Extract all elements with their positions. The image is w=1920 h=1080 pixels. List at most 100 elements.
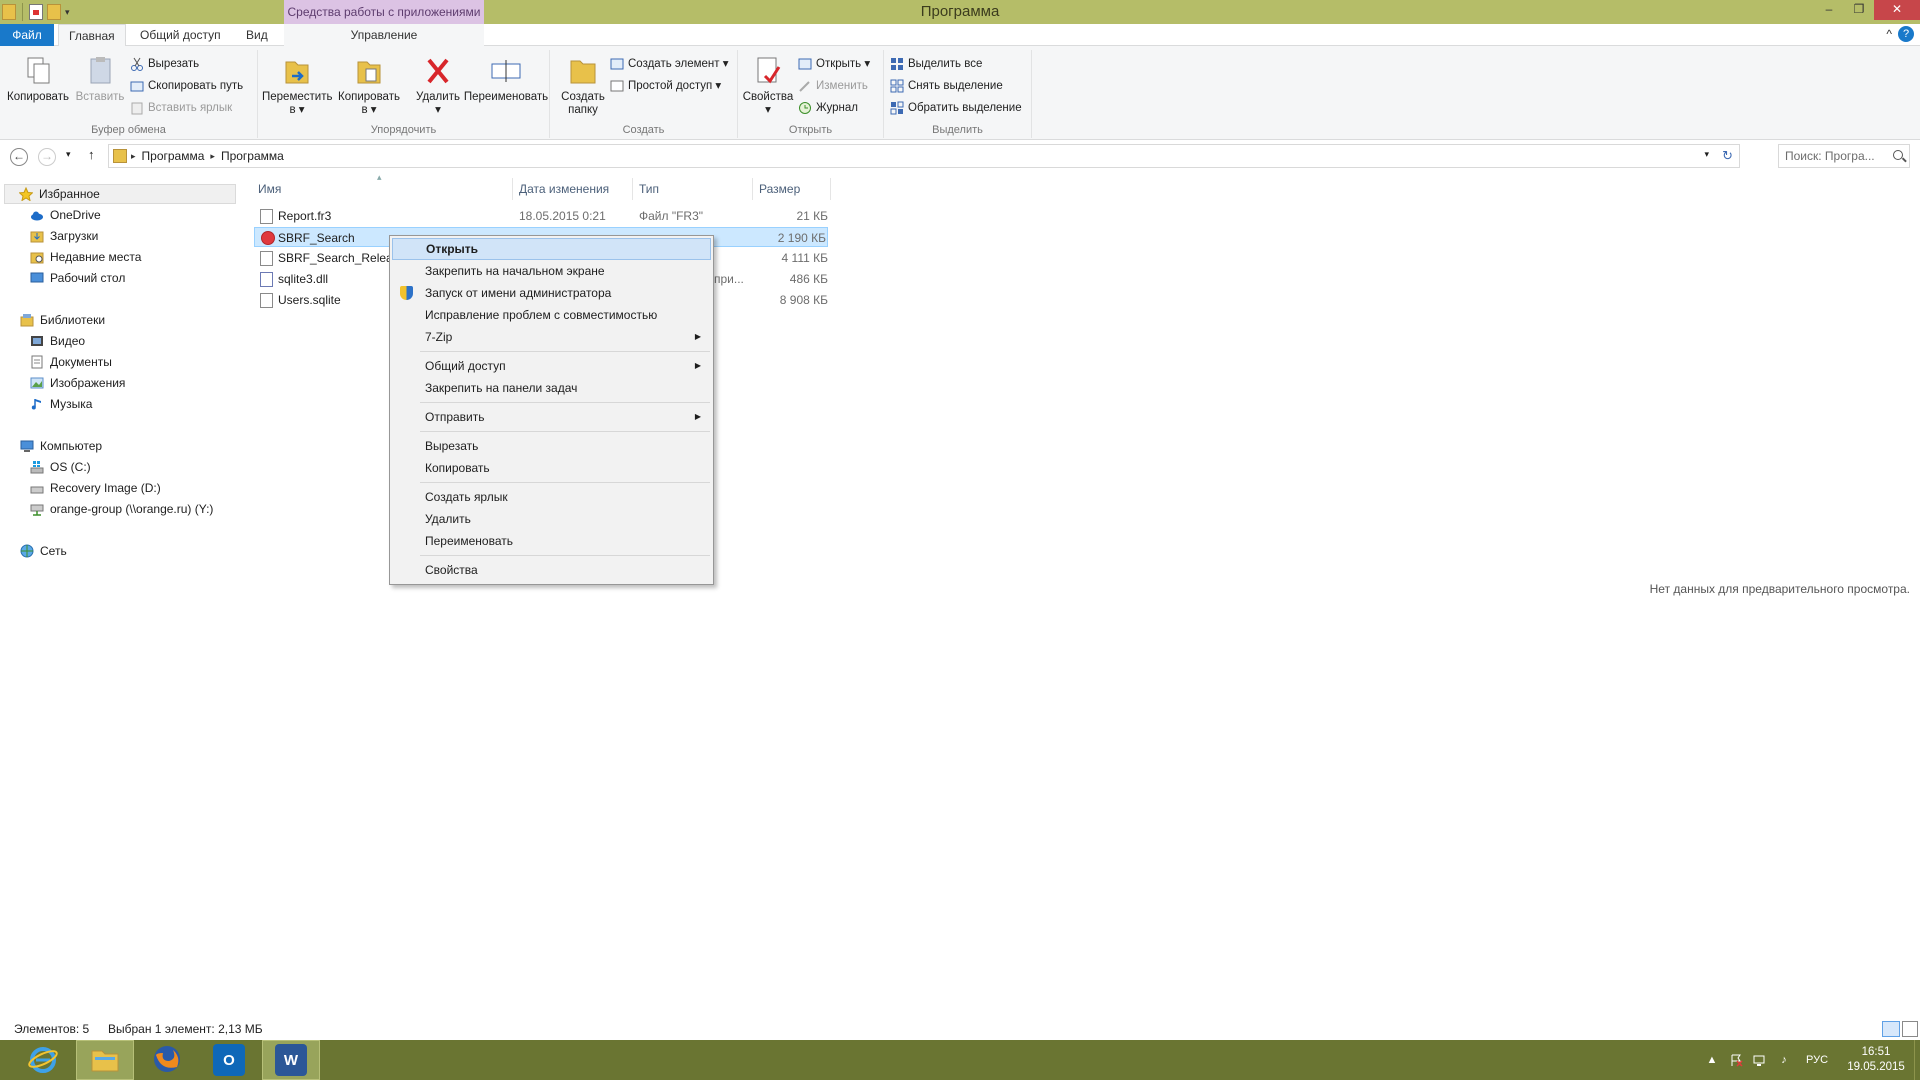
paste-button[interactable]: Вставить — [72, 54, 128, 104]
menu-item-share-label: Общий доступ — [425, 359, 506, 373]
network-status-icon[interactable] — [1752, 1052, 1768, 1068]
menu-item-run-as-admin[interactable]: Запуск от имени администратора — [392, 282, 711, 304]
menu-item-copy[interactable]: Копировать — [392, 457, 711, 479]
collapse-ribbon-icon[interactable]: ^ — [1886, 27, 1892, 41]
large-icons-view-icon[interactable] — [1902, 1021, 1918, 1037]
language-indicator[interactable]: РУС — [1800, 1052, 1834, 1068]
taskbar-firefox[interactable] — [138, 1040, 196, 1080]
column-name[interactable]: Имя — [258, 178, 281, 200]
refresh-icon[interactable]: ↻ — [1722, 148, 1733, 164]
menu-item-troubleshoot[interactable]: Исправление проблем с совместимостью — [392, 304, 711, 326]
nav-desktop[interactable]: Рабочий стол — [30, 268, 125, 288]
column-separator[interactable] — [512, 178, 513, 200]
column-separator[interactable] — [632, 178, 633, 200]
qat-customize-icon[interactable]: ▾ — [65, 7, 70, 18]
properties-button[interactable]: Свойства ▾ — [740, 54, 796, 117]
details-view-icon[interactable] — [1882, 1021, 1900, 1037]
menu-item-share[interactable]: Общий доступ ▶ — [392, 355, 711, 377]
nav-downloads[interactable]: Загрузки — [30, 226, 98, 246]
address-input[interactable]: ▸ Программа ▸ Программа ▾ ↻ — [108, 144, 1740, 168]
nav-pictures[interactable]: Изображения — [30, 373, 125, 393]
menu-item-delete[interactable]: Удалить — [392, 508, 711, 530]
file-row[interactable]: Report.fr3 18.05.2015 0:21 Файл "FR3" 21… — [254, 206, 828, 226]
help-icon[interactable]: ? — [1898, 26, 1914, 42]
new-item-button[interactable]: Создать элемент ▾ — [610, 54, 729, 74]
invert-selection-button[interactable]: Обратить выделение — [890, 98, 1022, 118]
nav-libraries[interactable]: Библиотеки — [20, 310, 105, 330]
folder-icon[interactable] — [2, 4, 16, 20]
clock[interactable]: 16:51 19.05.2015 — [1838, 1045, 1914, 1075]
column-date[interactable]: Дата изменения — [519, 178, 609, 200]
history-button[interactable]: Журнал — [798, 98, 858, 118]
column-type[interactable]: Тип — [639, 178, 659, 200]
nav-drive-d[interactable]: Recovery Image (D:) — [30, 478, 161, 498]
edit-button[interactable]: Изменить — [798, 76, 868, 96]
drive-icon — [30, 481, 44, 495]
rename-button[interactable]: Переименовать — [462, 54, 550, 104]
properties-icon[interactable] — [29, 4, 43, 20]
column-size[interactable]: Размер — [759, 178, 800, 200]
menu-item-send-to[interactable]: Отправить ▶ — [392, 406, 711, 428]
nav-documents[interactable]: Документы — [30, 352, 112, 372]
volume-icon[interactable]: ♪ — [1776, 1052, 1792, 1068]
taskbar-file-explorer[interactable] — [76, 1040, 134, 1080]
menu-item-pin-taskbar[interactable]: Закрепить на панели задач — [392, 377, 711, 399]
close-button[interactable]: ✕ — [1874, 0, 1920, 20]
move-to-button[interactable]: Переместить в ▾ — [262, 54, 332, 117]
menu-item-open[interactable]: Открыть — [392, 238, 711, 260]
minimize-button[interactable]: – — [1814, 0, 1844, 20]
tab-share[interactable]: Общий доступ — [130, 24, 231, 46]
forward-button[interactable]: → — [38, 148, 56, 166]
column-separator[interactable] — [830, 178, 831, 200]
address-dropdown-icon[interactable]: ▾ — [1704, 149, 1709, 160]
nav-favorites[interactable]: Избранное — [4, 184, 236, 204]
show-desktop-button[interactable] — [1914, 1040, 1920, 1080]
restore-button[interactable]: ❐ — [1844, 0, 1874, 20]
menu-item-7zip[interactable]: 7-Zip ▶ — [392, 326, 711, 348]
computer-icon — [20, 439, 34, 453]
paste-shortcut-button[interactable]: Вставить ярлык — [130, 98, 232, 118]
recent-locations-icon[interactable]: ▾ — [66, 149, 71, 160]
new-folder-icon[interactable] — [47, 4, 61, 20]
tab-view[interactable]: Вид — [236, 24, 278, 46]
search-input[interactable]: Поиск: Програ... — [1778, 144, 1910, 168]
copy-to-button[interactable]: Копировать в ▾ — [334, 54, 404, 117]
up-arrow-icon[interactable]: ↑ — [88, 147, 95, 162]
nav-network-drive[interactable]: orange-group (\\orange.ru) (Y:) — [30, 499, 213, 519]
show-hidden-icons-icon[interactable]: ▲ — [1704, 1052, 1720, 1068]
taskbar-word[interactable]: W — [262, 1040, 320, 1080]
easy-access-button[interactable]: Простой доступ ▾ — [610, 76, 721, 96]
scissors-icon — [130, 57, 144, 71]
cut-button[interactable]: Вырезать — [130, 54, 199, 74]
menu-item-pin-start[interactable]: Закрепить на начальном экране — [392, 260, 711, 282]
nav-recent-places[interactable]: Недавние места — [30, 247, 141, 267]
menu-item-rename[interactable]: Переименовать — [392, 530, 711, 552]
column-separator[interactable] — [752, 178, 753, 200]
menu-item-create-shortcut[interactable]: Создать ярлык — [392, 486, 711, 508]
nav-network[interactable]: Сеть — [20, 541, 67, 561]
nav-drive-c[interactable]: OS (C:) — [30, 457, 91, 477]
nav-music[interactable]: Музыка — [30, 394, 92, 414]
select-all-button[interactable]: Выделить все — [890, 54, 982, 74]
new-folder-button[interactable]: Создать папку — [556, 54, 610, 117]
tab-manage[interactable]: Управление — [284, 24, 484, 46]
breadcrumb-item[interactable]: Программа — [215, 149, 290, 163]
select-none-button[interactable]: Снять выделение — [890, 76, 1003, 96]
tab-home[interactable]: Главная — [58, 24, 126, 47]
action-center-icon[interactable] — [1728, 1052, 1744, 1068]
easy-access-icon — [610, 79, 624, 93]
menu-item-properties[interactable]: Свойства — [392, 559, 711, 581]
nav-video[interactable]: Видео — [30, 331, 85, 351]
delete-button[interactable]: Удалить ▾ — [410, 54, 466, 117]
nav-onedrive[interactable]: OneDrive — [30, 205, 101, 225]
taskbar-outlook[interactable]: O — [200, 1040, 258, 1080]
copy-button[interactable]: Копировать — [6, 54, 70, 104]
tab-file[interactable]: Файл — [0, 24, 54, 46]
back-button[interactable]: ← — [10, 148, 28, 166]
nav-computer[interactable]: Компьютер — [20, 436, 102, 456]
taskbar-internet-explorer[interactable] — [14, 1040, 72, 1080]
menu-item-cut[interactable]: Вырезать — [392, 435, 711, 457]
copy-path-button[interactable]: Скопировать путь — [130, 76, 243, 96]
breadcrumb-item[interactable]: Программа — [136, 149, 211, 163]
open-button[interactable]: Открыть ▾ — [798, 54, 870, 74]
